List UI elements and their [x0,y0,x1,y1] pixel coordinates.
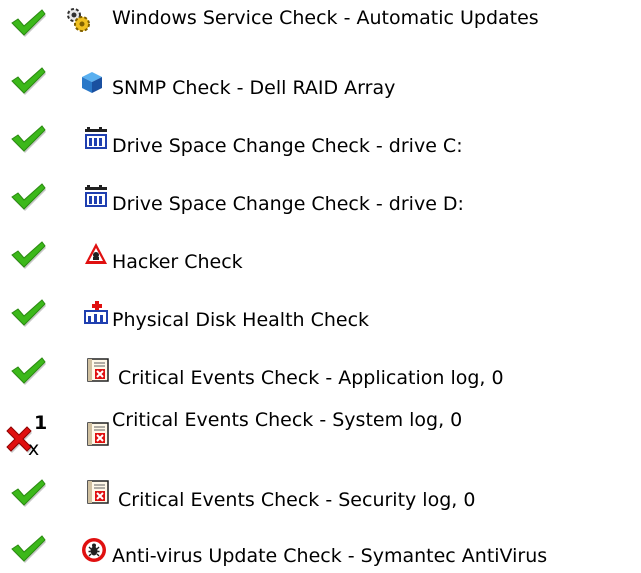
pass-check-icon [8,124,48,154]
pass-check-icon [8,534,48,564]
list-item[interactable]: Physical Disk Health Check [0,290,641,336]
list-item[interactable]: SNMP Check - Dell RAID Array [0,58,641,104]
list-item[interactable]: Anti-virus Update Check - Symantec AntiV… [0,526,641,572]
snmp-cube-icon [80,70,104,94]
check-label: Physical Disk Health Check [112,309,370,331]
drive-space-icon [84,184,108,208]
gear-service-icon [64,6,90,32]
list-item[interactable]: Hacker Check [0,232,641,278]
pass-check-icon [8,298,48,328]
check-label: Critical Events Check - Application log,… [118,367,504,389]
fail-count: 1 [34,412,48,434]
check-label: SNMP Check - Dell RAID Array [112,77,396,99]
check-label: Hacker Check [112,251,243,273]
check-label: Anti-virus Update Check - Symantec AntiV… [112,545,548,567]
pass-check-icon [8,356,48,386]
check-label: Windows Service Check - Automatic Update… [112,7,539,29]
event-log-icon [86,358,110,382]
check-label: Drive Space Change Check - drive D: [112,193,464,215]
list-item[interactable]: 1 x Critical Events Check - System log, … [0,402,641,468]
fail-count-suffix: x [28,438,40,460]
list-item[interactable]: Critical Events Check - Security log, 0 [0,470,641,516]
pass-check-icon [8,66,48,96]
check-label: Critical Events Check - System log, 0 [112,409,463,431]
disk-health-icon [84,300,108,324]
check-label: Critical Events Check - Security log, 0 [118,489,476,511]
list-item[interactable]: Drive Space Change Check - drive D: [0,174,641,220]
check-list: Windows Service Check - Automatic Update… [0,0,641,573]
list-item[interactable]: Critical Events Check - Application log,… [0,348,641,394]
event-log-icon [86,480,110,504]
drive-space-icon [84,126,108,150]
event-log-icon [86,422,110,446]
pass-check-icon [8,182,48,212]
list-item[interactable]: Windows Service Check - Automatic Update… [0,0,641,46]
hacker-warning-icon [84,242,108,266]
antivirus-icon [80,536,106,562]
pass-check-icon [8,8,48,38]
fail-status: 1 x [4,412,48,460]
pass-check-icon [8,478,48,508]
pass-check-icon [8,240,48,270]
check-label: Drive Space Change Check - drive C: [112,135,463,157]
list-item[interactable]: Drive Space Change Check - drive C: [0,116,641,162]
